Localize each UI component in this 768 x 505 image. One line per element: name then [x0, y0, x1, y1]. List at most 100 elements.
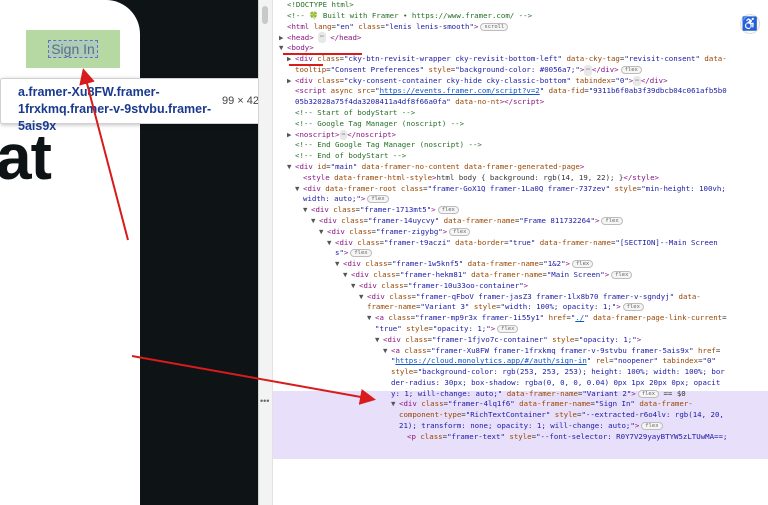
dom-node-line[interactable]: <!-- Start of bodyStart -->	[279, 108, 763, 119]
expand-triangle-icon[interactable]: ▶	[287, 130, 295, 141]
dom-node-text: <!-- End Google Tag Manager (noscript) -…	[295, 140, 482, 150]
dom-node-line[interactable]: "true" style="opacity: 1;"> flex	[279, 324, 763, 335]
expand-triangle-icon[interactable]: ▼	[319, 227, 327, 238]
dom-node-text: <!-- 🍀 Built with Framer • https://www.f…	[287, 10, 533, 20]
expand-triangle-icon[interactable]: ▼	[303, 205, 311, 216]
dom-node-text: <style data-framer-html-style>html body …	[303, 172, 659, 182]
dom-node-line[interactable]: "https://cloud.monolytics.app/#/auth/sig…	[279, 356, 763, 367]
dom-node-line[interactable]: 21); transform: none; opacity: 1; will-c…	[279, 421, 763, 432]
dom-node-text: <div class="framer-qFboV framer-jasZ3 fr…	[367, 291, 701, 301]
dom-node-line[interactable]: ▶ <noscript> ⋯ </noscript>	[279, 129, 763, 141]
dom-node-line[interactable]: tooltip="Consent Preferences" style="bac…	[279, 64, 763, 76]
dom-node-text: <script async src="https://events.framer…	[295, 86, 727, 96]
dom-node-line[interactable]: <!-- End Google Tag Manager (noscript) -…	[279, 140, 763, 151]
dom-node-text: der-radius: 30px; box-shadow: rgba(0, 0,…	[391, 377, 721, 387]
dom-node-text: <a class="framer-Xu8FW framer-1frxkmq fr…	[391, 345, 721, 355]
dom-node-line[interactable]: ▼ <div id="main" data-framer-no-content d…	[279, 162, 763, 173]
dom-node-text: <!-- Google Tag Manager (noscript) -->	[295, 118, 465, 128]
dom-node-text: tooltip="Consent Preferences" style="bac…	[295, 64, 642, 76]
dom-node-line[interactable]: ▼ <div class="framer-zigybg"> flex	[279, 227, 763, 238]
expand-triangle-icon[interactable]: ▶	[279, 33, 287, 44]
dom-node-line[interactable]: component-type="RichTextContainer" style…	[279, 410, 763, 421]
dom-node-line[interactable]: framer-name="Variant 3" style="width: 10…	[279, 302, 763, 313]
dom-node-line[interactable]: ▼ <div class="framer-qFboV framer-jasZ3 f…	[279, 292, 763, 303]
dom-node-text: <div class="framer-zigybg"> flex	[327, 227, 471, 236]
dom-node-text: <head> ⋯ </head>	[287, 32, 362, 44]
dom-node-text: <div class="framer-10u33oo-container">	[359, 280, 529, 290]
dom-node-line[interactable]: ▼ <div class="framer-14uycvy" data-framer…	[279, 216, 763, 227]
accessibility-icon[interactable]: ♿	[740, 14, 760, 34]
dom-node-line[interactable]: y: 1; will-change: auto;" data-framer-na…	[279, 389, 763, 400]
expand-triangle-icon[interactable]: ▼	[351, 281, 359, 292]
expand-triangle-icon[interactable]: ▼	[375, 335, 383, 346]
dom-node-line[interactable]: ▼ <a class="framer-Xu8FW framer-1frxkmq f…	[279, 346, 763, 357]
expand-triangle-icon[interactable]: ▶	[287, 54, 295, 65]
dom-node-text: style="background-color: rgb(253, 253, 2…	[391, 367, 725, 377]
dom-node-line[interactable]: <style data-framer-html-style>html body …	[279, 173, 763, 184]
dom-node-line[interactable]: ▼ <body>	[279, 43, 763, 54]
dom-node-line[interactable]: der-radius: 30px; box-shadow: rgba(0, 0,…	[279, 378, 763, 389]
dom-node-text: <div data-framer-root class="framer-GoX1…	[303, 183, 726, 193]
dom-node-line[interactable]: ▼ <div class="framer-4lq1f6" data-framer-…	[279, 399, 763, 410]
expand-triangle-icon[interactable]: ▼	[391, 399, 399, 410]
dom-node-text: <!-- End of bodyStart -->	[295, 151, 407, 161]
devtools-elements-panel[interactable]: ••• <!DOCTYPE html> <!-- 🍀 Built with Fra…	[258, 0, 768, 505]
expand-triangle-icon[interactable]: ▼	[327, 238, 335, 249]
inspect-tooltip: a.framer-Xu8FW.framer-1frxkmq.framer-v-9…	[0, 78, 258, 133]
dom-node-line[interactable]: ▼ <div class="framer-1fjvo7c-container" s…	[279, 335, 763, 346]
dom-node-text: <div class="framer-1w5knf5" data-framer-…	[343, 259, 594, 269]
dom-node-line[interactable]: <!-- Google Tag Manager (noscript) -->	[279, 119, 763, 130]
dom-node-text: "https://cloud.monolytics.app/#/auth/sig…	[391, 356, 716, 366]
dom-node-line[interactable]: ▼ <div class="framer-1w5knf5" data-framer…	[279, 259, 763, 270]
dom-node-line[interactable]: <html lang="en" class="lenis lenis-smoot…	[279, 22, 763, 33]
expand-triangle-icon[interactable]: ▼	[279, 43, 287, 54]
dom-node-text: <!-- Start of bodyStart -->	[295, 107, 416, 117]
tooltip-dimensions: 99 × 42	[222, 95, 258, 107]
expand-triangle-icon[interactable]: ▼	[287, 162, 295, 173]
dom-node-line[interactable]: ▼ <div data-framer-root class="framer-GoX…	[279, 184, 763, 195]
dom-node-line[interactable]: ▼ <div class="framer-t9aczi" data-border=…	[279, 238, 763, 249]
dom-node-text: <div class="cky-btn-revisit-wrapper cky-…	[295, 53, 727, 63]
expand-triangle-icon[interactable]: ▼	[367, 313, 375, 324]
dom-node-text: framer-name="Variant 3" style="width: 10…	[367, 302, 644, 312]
dom-node-text: <p class="framer-text" style="--font-sel…	[407, 431, 728, 441]
expand-triangle-icon[interactable]: ▼	[295, 184, 303, 195]
dom-node-text: s"> flex	[335, 248, 372, 258]
dom-node-line[interactable]: s"> flex	[279, 248, 763, 259]
tooltip-selector: a.framer-Xu8FW.framer-1frxkmq.framer-v-9…	[18, 85, 212, 133]
dom-node-line[interactable]: width: auto;"> flex	[279, 194, 763, 205]
dom-node-line[interactable]: ▼ <div class="framer-hekm81" data-framer-…	[279, 270, 763, 281]
dom-node-line[interactable]: 05b32028a75f4da3208411a4df8f66a0fa" data…	[279, 97, 763, 108]
dom-node-text: <div class="framer-t9aczi" data-border="…	[335, 237, 718, 247]
dom-node-line[interactable]: ▶ <div class="cky-consent-container cky-h…	[279, 75, 763, 87]
expand-triangle-icon[interactable]: ▼	[335, 259, 343, 270]
dom-node-line[interactable]: ▼ <a class="framer-mp9r3x framer-1i55y1" …	[279, 313, 763, 324]
expand-triangle-icon[interactable]: ▼	[343, 270, 351, 281]
sign-in-button[interactable]: Sign In	[26, 30, 120, 68]
dom-node-line[interactable]: style="background-color: rgb(253, 253, 2…	[279, 367, 763, 378]
dom-node-text: component-type="RichTextContainer" style…	[399, 410, 724, 420]
dom-tree[interactable]: <!DOCTYPE html> <!-- 🍀 Built with Framer …	[279, 0, 763, 443]
page-preview: Sign In at a.framer-Xu8FW.framer-1frxkmq…	[0, 0, 258, 505]
dom-node-line[interactable]: <p class="framer-text" style="--font-sel…	[279, 432, 763, 443]
devtools-gutter: •••	[259, 0, 273, 505]
dom-node-line[interactable]: <script async src="https://events.framer…	[279, 86, 763, 97]
expand-triangle-icon[interactable]: ▼	[359, 292, 367, 303]
expand-triangle-icon[interactable]: ▼	[311, 216, 319, 227]
dom-node-line[interactable]: <!-- End of bodyStart -->	[279, 151, 763, 162]
dom-node-text: <html lang="en" class="lenis lenis-smoot…	[287, 22, 509, 31]
expand-triangle-icon[interactable]: ▶	[287, 76, 295, 87]
dom-node-line[interactable]: ▶ <div class="cky-btn-revisit-wrapper cky…	[279, 54, 763, 65]
scrollbar-thumb[interactable]	[262, 6, 268, 24]
preview-card	[0, 0, 140, 505]
more-options-icon[interactable]: •••	[260, 396, 269, 406]
expand-triangle-icon[interactable]: ▼	[383, 346, 391, 357]
dom-node-text: <div class="cky-consent-container cky-hi…	[295, 75, 668, 87]
dom-node-text: y: 1; will-change: auto;" data-framer-na…	[391, 388, 686, 398]
dom-node-line[interactable]: <!-- 🍀 Built with Framer • https://www.f…	[279, 11, 763, 22]
dom-node-line[interactable]: ▼ <div class="framer-10u33oo-container">	[279, 281, 763, 292]
dom-node-line[interactable]: <!DOCTYPE html>	[279, 0, 763, 11]
dom-node-text: "true" style="opacity: 1;"> flex	[375, 324, 519, 333]
dom-node-line[interactable]: ▼ <div class="framer-1713mt5"> flex	[279, 205, 763, 216]
dom-node-line[interactable]: ▶ <head> ⋯ </head>	[279, 32, 763, 44]
